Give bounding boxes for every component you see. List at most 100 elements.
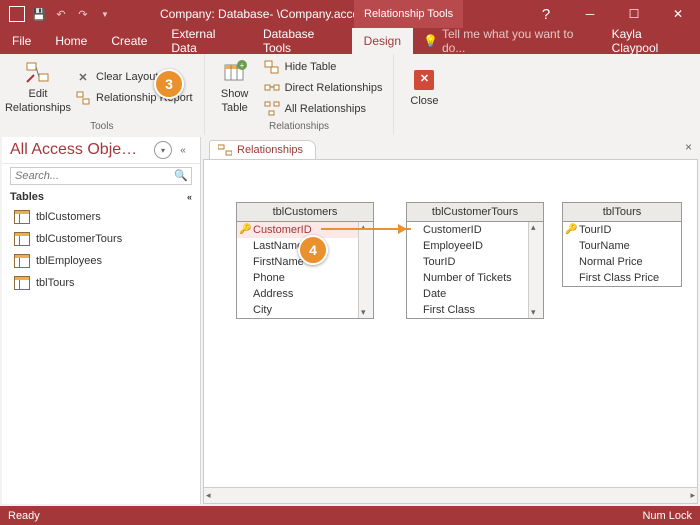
save-icon[interactable]: 💾 bbox=[30, 5, 48, 23]
status-left: Ready bbox=[8, 510, 40, 522]
nav-item-tbltours[interactable]: tblTours bbox=[2, 272, 200, 294]
table-field[interactable]: FirstName bbox=[237, 254, 358, 270]
tab-file[interactable]: File bbox=[0, 28, 43, 54]
status-right: Num Lock bbox=[642, 510, 692, 522]
show-table-label: Show Table bbox=[221, 88, 249, 114]
all-relationships-label: All Relationships bbox=[285, 103, 366, 115]
table-tbltours[interactable]: tblTours 🔑TourID TourName Normal Price F… bbox=[562, 202, 682, 287]
close-relationships-button[interactable]: ✕ Close bbox=[400, 57, 448, 119]
table-title: tblCustomerTours bbox=[407, 203, 543, 222]
undo-icon[interactable]: ↶ bbox=[52, 5, 70, 23]
table-field[interactable]: TourName bbox=[563, 238, 681, 254]
document-tabs: Relationships × bbox=[203, 137, 698, 159]
ribbon-group-relationships: + Show Table Hide Table Direct Relations… bbox=[205, 54, 395, 135]
table-icon bbox=[14, 210, 30, 224]
tab-relationships[interactable]: Relationships bbox=[209, 140, 316, 159]
edit-relationships-button[interactable]: Edit Relationships bbox=[6, 57, 70, 119]
quick-access-toolbar: 💾 ↶ ↷ ▼ bbox=[0, 5, 114, 23]
all-relationships-icon bbox=[264, 101, 280, 117]
horizontal-scrollbar[interactable]: ◂▸ bbox=[204, 487, 697, 503]
edit-relationships-label: Edit Relationships bbox=[5, 88, 71, 114]
tell-me-search[interactable]: 💡 Tell me what you want to do... bbox=[413, 28, 598, 54]
nav-item-tblcustomers[interactable]: tblCustomers bbox=[2, 206, 200, 228]
table-tblcustomertours[interactable]: tblCustomerTours CustomerID EmployeeID T… bbox=[406, 202, 544, 319]
tab-database-tools[interactable]: Database Tools bbox=[251, 28, 352, 54]
relationships-tab-icon bbox=[218, 144, 232, 156]
table-field[interactable]: Number of Tickets bbox=[407, 270, 528, 286]
table-field[interactable]: City bbox=[237, 302, 358, 318]
table-field[interactable]: First Class Price bbox=[563, 270, 681, 286]
table-field[interactable]: Phone bbox=[237, 270, 358, 286]
scrollbar[interactable] bbox=[528, 222, 543, 318]
relationship-arrow bbox=[321, 228, 411, 230]
collapse-icon: « bbox=[187, 192, 192, 202]
contextual-tab-label: Relationship Tools bbox=[354, 0, 463, 28]
workspace: All Access Obje… ▾ « 🔍 Tables « tblCusto… bbox=[0, 135, 700, 506]
all-relationships-button[interactable]: All Relationships bbox=[259, 99, 388, 119]
table-icon bbox=[14, 254, 30, 268]
ribbon: Edit Relationships ✕ Clear Layout Relati… bbox=[0, 54, 700, 136]
tab-close-icon[interactable]: × bbox=[685, 140, 692, 154]
scrollbar[interactable] bbox=[358, 222, 373, 318]
clear-layout-label: Clear Layout bbox=[96, 71, 158, 83]
window-controls: ? ─ ☐ ✕ bbox=[524, 0, 700, 28]
minimize-button[interactable]: ─ bbox=[568, 0, 612, 28]
table-icon bbox=[14, 232, 30, 246]
table-field[interactable]: Date bbox=[407, 286, 528, 302]
close-button[interactable]: ✕ bbox=[656, 0, 700, 28]
status-bar: Ready Num Lock bbox=[0, 506, 700, 525]
user-name[interactable]: Kayla Claypool bbox=[598, 28, 700, 54]
direct-relationships-button[interactable]: Direct Relationships bbox=[259, 78, 388, 98]
tab-label: Relationships bbox=[237, 144, 303, 156]
hide-table-icon bbox=[264, 59, 280, 75]
close-icon: ✕ bbox=[411, 67, 437, 93]
relationships-canvas[interactable]: tblCustomers 🔑CustomerID LastName FirstN… bbox=[203, 159, 698, 504]
table-field[interactable]: CustomerID bbox=[407, 222, 528, 238]
help-icon[interactable]: ? bbox=[524, 0, 568, 28]
nav-dropdown-icon[interactable]: ▾ bbox=[154, 141, 172, 159]
search-input[interactable] bbox=[10, 167, 192, 185]
ribbon-group-close: ✕ Close bbox=[394, 54, 454, 135]
table-icon bbox=[14, 276, 30, 290]
tab-external-data[interactable]: External Data bbox=[159, 28, 251, 54]
key-icon: 🔑 bbox=[565, 224, 577, 235]
nav-title[interactable]: All Access Obje… bbox=[10, 141, 152, 159]
tab-design[interactable]: Design bbox=[352, 28, 413, 54]
table-field[interactable]: First Class bbox=[407, 302, 528, 318]
callout-4: 4 bbox=[298, 235, 328, 265]
show-table-button[interactable]: + Show Table bbox=[211, 57, 259, 119]
direct-relationships-icon bbox=[264, 80, 280, 96]
navigation-pane: All Access Obje… ▾ « 🔍 Tables « tblCusto… bbox=[2, 137, 201, 504]
qat-dropdown-icon[interactable]: ▼ bbox=[96, 5, 114, 23]
group-label-relationships: Relationships bbox=[205, 121, 394, 135]
callout-3: 3 bbox=[154, 69, 184, 99]
maximize-button[interactable]: ☐ bbox=[612, 0, 656, 28]
nav-section-label: Tables bbox=[10, 191, 44, 203]
tab-create[interactable]: Create bbox=[99, 28, 159, 54]
app-icon[interactable] bbox=[8, 5, 26, 23]
field-customerid[interactable]: 🔑CustomerID bbox=[237, 222, 358, 238]
redo-icon[interactable]: ↷ bbox=[74, 5, 92, 23]
nav-item-tblemployees[interactable]: tblEmployees bbox=[2, 250, 200, 272]
edit-relationships-icon bbox=[25, 60, 51, 86]
table-title: tblTours bbox=[563, 203, 681, 222]
hide-table-button[interactable]: Hide Table bbox=[259, 57, 388, 77]
key-icon: 🔑 bbox=[239, 224, 251, 235]
menu-bar: File Home Create External Data Database … bbox=[0, 28, 700, 54]
nav-section-tables[interactable]: Tables « bbox=[2, 188, 200, 206]
clear-layout-icon: ✕ bbox=[75, 69, 91, 85]
tab-home[interactable]: Home bbox=[43, 28, 99, 54]
table-field[interactable]: Address bbox=[237, 286, 358, 302]
field-tourid[interactable]: 🔑TourID bbox=[563, 222, 681, 238]
table-field[interactable]: EmployeeID bbox=[407, 238, 528, 254]
group-label-tools: Tools bbox=[0, 121, 204, 135]
nav-search[interactable]: 🔍 bbox=[2, 164, 200, 188]
table-field[interactable]: Normal Price bbox=[563, 254, 681, 270]
title-bar: 💾 ↶ ↷ ▼ Company: Database- \Company.accd… bbox=[0, 0, 700, 28]
nav-collapse-icon[interactable]: « bbox=[174, 141, 192, 159]
table-field[interactable]: TourID bbox=[407, 254, 528, 270]
svg-text:+: + bbox=[239, 61, 244, 70]
direct-relationships-label: Direct Relationships bbox=[285, 82, 383, 94]
nav-item-tblcustomertours[interactable]: tblCustomerTours bbox=[2, 228, 200, 250]
nav-header: All Access Obje… ▾ « bbox=[2, 137, 200, 164]
